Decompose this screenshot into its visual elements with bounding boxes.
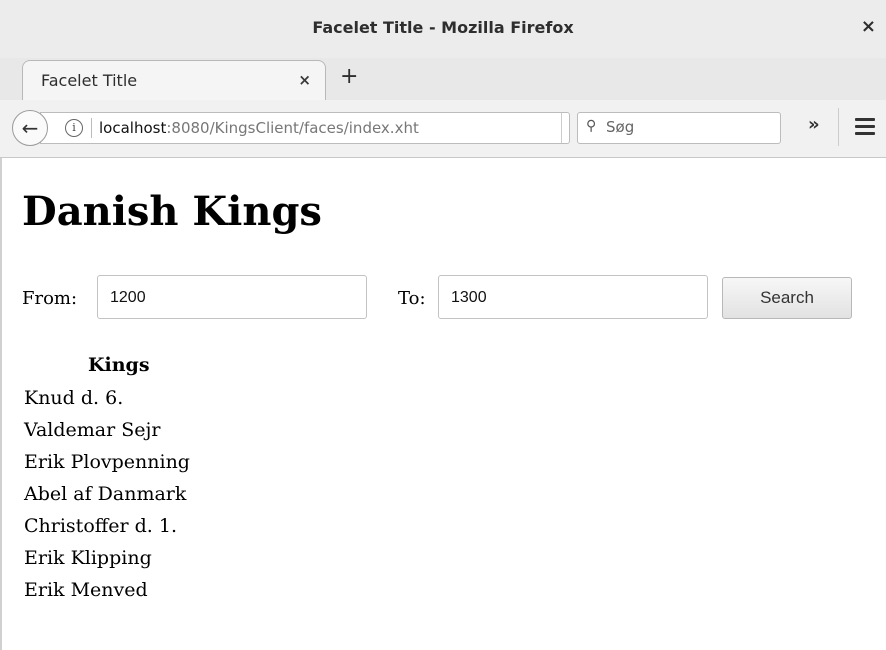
list-item: Christoffer d. 1. <box>24 515 177 537</box>
toolbar-overflow-button[interactable]: » <box>808 114 820 135</box>
tab-facelet-title[interactable]: Facelet Title × <box>22 60 326 101</box>
navigation-toolbar: i localhost:8080/KingsClient/faces/index… <box>0 100 886 158</box>
search-button[interactable]: Search <box>722 277 852 319</box>
to-input[interactable]: 1300 <box>438 275 708 319</box>
search-placeholder: Søg <box>606 118 635 136</box>
url-separator <box>91 118 92 138</box>
url-text[interactable]: localhost:8080/KingsClient/faces/index.x… <box>99 119 419 137</box>
toolbar-separator <box>838 108 839 146</box>
list-item: Knud d. 6. <box>24 387 124 409</box>
new-tab-button[interactable]: + <box>340 64 358 89</box>
info-icon[interactable]: i <box>65 119 83 137</box>
from-input[interactable]: 1200 <box>97 275 367 319</box>
url-bar[interactable]: i localhost:8080/KingsClient/faces/index… <box>40 112 570 144</box>
list-item: Erik Plovpenning <box>24 451 190 473</box>
url-path: :8080/KingsClient/faces/index.xht <box>166 119 419 137</box>
tab-strip: Facelet Title × + <box>0 58 886 101</box>
back-arrow-icon: ← <box>21 116 39 140</box>
list-item: Abel af Danmark <box>24 483 187 505</box>
search-box[interactable]: ⚲ Søg <box>577 112 781 144</box>
list-item: Erik Klipping <box>24 547 152 569</box>
kings-table-header: Kings <box>88 354 150 376</box>
url-host: localhost <box>99 119 167 137</box>
list-item: Valdemar Sejr <box>24 419 161 441</box>
tab-close-icon[interactable]: × <box>298 71 311 89</box>
window-titlebar: Facelet Title - Mozilla Firefox × <box>0 0 886 59</box>
back-button[interactable]: ← <box>12 110 48 146</box>
page-content: Danish Kings From: 1200 To: 1300 Search … <box>0 158 886 650</box>
page-title: Danish Kings <box>22 188 322 235</box>
from-label: From: <box>22 288 78 309</box>
window-close-button[interactable]: × <box>861 16 876 37</box>
hamburger-menu-icon[interactable] <box>855 118 875 139</box>
list-item: Erik Menved <box>24 579 148 601</box>
kings-list: Knud d. 6. Valdemar Sejr Erik Plovpennin… <box>24 386 190 610</box>
search-icon: ⚲ <box>586 118 597 134</box>
reload-icon[interactable]: ↻ <box>561 113 569 143</box>
to-label: To: <box>398 288 426 309</box>
window-title: Facelet Title - Mozilla Firefox <box>312 18 574 37</box>
tab-label: Facelet Title <box>41 71 138 90</box>
